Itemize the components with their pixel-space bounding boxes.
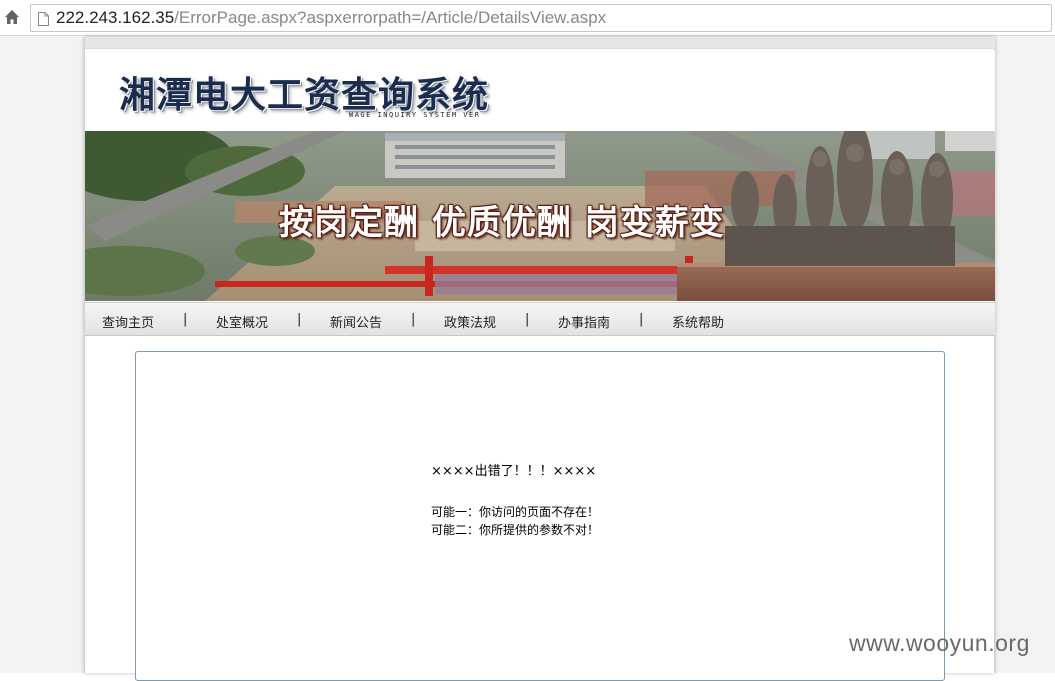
nav-item-guide[interactable]: 办事指南 (558, 312, 610, 331)
error-reason-2: 可能二：你所提供的参数不对！ (431, 523, 600, 537)
page-icon (38, 11, 49, 26)
nav-separator: | (183, 312, 188, 327)
banner-image: 按岗定酬 优质优酬 岗变薪变 (85, 131, 995, 301)
nav-separator: | (297, 312, 302, 327)
url-text: 222.243.162.35/ErrorPage.aspx?aspxerrorp… (56, 8, 606, 28)
error-reason-1: 可能一：你访问的页面不存在！ (431, 505, 600, 519)
url-host: 222.243.162.35 (56, 8, 175, 27)
nav-item-policy[interactable]: 政策法规 (444, 312, 496, 331)
nav-item-help[interactable]: 系统帮助 (672, 312, 724, 331)
watermark: www.wooyun.org (849, 630, 1030, 656)
logo-area: 湘潭电大工资查询系统 WAGE INQUIRY SYSTEM VER (85, 50, 995, 131)
url-path: /ErrorPage.aspx?aspxerrorpath=/Article/D… (174, 8, 607, 27)
site-frame: 湘潭电大工资查询系统 WAGE INQUIRY SYSTEM VER 按岗定酬 … (84, 37, 995, 681)
error-content-box: ××××出错了！！！×××× 可能一：你访问的页面不存在！ 可能二：你所提供的参… (135, 351, 945, 681)
main-nav: 查询主页 | 处室概况 | 新闻公告 | 政策法规 | 办事指南 | 系统帮助 (85, 302, 995, 336)
site-subtitle: WAGE INQUIRY SYSTEM VER (349, 111, 481, 119)
nav-separator: | (525, 312, 530, 327)
nav-separator: | (639, 312, 644, 327)
top-strip (85, 37, 995, 49)
nav-item-news[interactable]: 新闻公告 (330, 312, 382, 331)
nav-item-overview[interactable]: 处室概况 (216, 312, 268, 331)
home-icon[interactable] (4, 9, 20, 25)
banner-slogan: 按岗定酬 优质优酬 岗变薪变 (279, 203, 725, 243)
url-field[interactable]: 222.243.162.35/ErrorPage.aspx?aspxerrorp… (30, 4, 1052, 32)
error-title: ××××出错了！！！×××× (431, 464, 597, 479)
browser-address-bar: 222.243.162.35/ErrorPage.aspx?aspxerrorp… (0, 0, 1055, 36)
nav-item-home[interactable]: 查询主页 (102, 312, 154, 331)
nav-separator: | (411, 312, 416, 327)
